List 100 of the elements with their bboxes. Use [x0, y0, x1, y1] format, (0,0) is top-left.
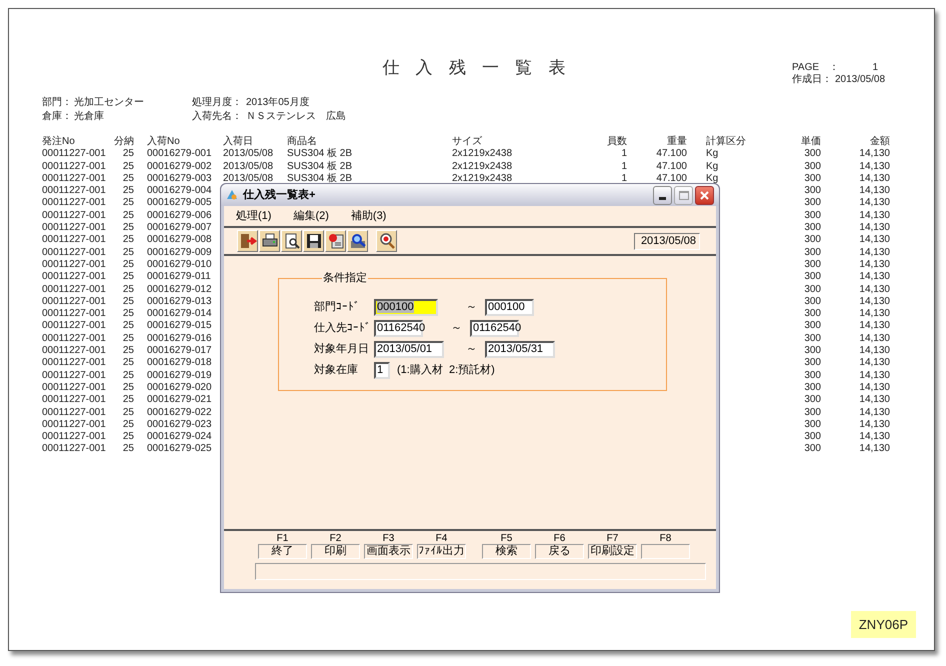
help-button[interactable]	[376, 230, 397, 252]
installment-number: 25	[122, 308, 134, 320]
receipt-number: 00016279-009	[147, 246, 212, 258]
purchase-order-number: 00011227-001	[42, 185, 106, 196]
unit-price-value: 300	[804, 382, 821, 393]
function-key-button[interactable]: ﾌｧｲﾙ出力	[417, 544, 466, 559]
amount-value: 14,130	[859, 210, 890, 221]
function-key-button[interactable]: 画面表示	[364, 544, 413, 559]
function-key-button[interactable]: 戻る	[535, 544, 584, 559]
unit-price-value: 300	[804, 148, 821, 160]
function-key-button[interactable]	[641, 544, 690, 559]
input-field[interactable]: 000100	[485, 298, 534, 316]
amount-value: 14,130	[859, 357, 890, 368]
column-header: 金額	[870, 136, 890, 147]
purchase-order-number: 00011227-001	[42, 431, 106, 442]
amount-value: 14,130	[859, 222, 890, 234]
installment-number: 25	[122, 406, 134, 418]
column-header: 分納	[114, 136, 134, 147]
installment-number: 25	[122, 332, 134, 344]
installment-number: 25	[122, 234, 134, 246]
range-separator: ～	[450, 320, 462, 336]
installment-number: 25	[122, 357, 134, 368]
unit-price-value: 300	[804, 172, 821, 184]
amount-value: 14,130	[859, 382, 890, 393]
column-header: 単価	[801, 136, 821, 147]
receipt-number: 00016279-004	[147, 185, 212, 196]
function-key-label: F2	[330, 533, 342, 544]
column-header: サイズ	[452, 136, 482, 147]
unit-price-value: 300	[804, 271, 821, 282]
preview-button[interactable]	[281, 230, 302, 252]
search-button[interactable]	[347, 230, 368, 252]
exit-button[interactable]	[237, 230, 258, 252]
purchase-order-number: 00011227-001	[42, 418, 106, 430]
purchase-order-number: 00011227-001	[42, 246, 106, 258]
product-name: SUS304 板 2B	[287, 172, 352, 184]
field-label: 仕入先ｺｰﾄﾞ	[314, 320, 372, 336]
input-field[interactable]: 01162540	[374, 320, 423, 336]
header-label: 部門：	[42, 96, 72, 110]
purchase-order-number: 00011227-001	[42, 258, 106, 270]
input-field[interactable]: 01162540	[470, 320, 519, 336]
function-key-button[interactable]: 印刷設定	[588, 544, 637, 559]
column-header: 入荷日	[223, 136, 253, 147]
receipt-number: 00016279-024	[147, 431, 212, 442]
receipt-number: 00016279-022	[147, 406, 212, 418]
function-key-button[interactable]: 終了	[258, 544, 307, 559]
unit-price-value: 300	[804, 332, 821, 344]
function-key-button[interactable]: 印刷	[311, 544, 360, 559]
installment-number: 25	[122, 320, 134, 332]
receipt-number: 00016279-006	[147, 210, 212, 221]
installment-number: 25	[122, 296, 134, 307]
amount-value: 14,130	[859, 394, 890, 406]
header-label: 倉庫：	[42, 110, 72, 124]
size-value: 2x1219x2438	[452, 148, 512, 160]
amount-value: 14,130	[859, 406, 890, 418]
receipt-number: 00016279-008	[147, 234, 212, 246]
function-key-label: F6	[554, 533, 566, 544]
amount-value: 14,130	[859, 271, 890, 282]
unit-price-value: 300	[804, 185, 821, 196]
input-field[interactable]: 2013/05/31	[485, 340, 555, 358]
unit-price-value: 300	[804, 443, 821, 454]
field-label: 対象年月日	[314, 342, 370, 357]
installment-number: 25	[122, 418, 134, 430]
input-field[interactable]: 2013/05/01	[374, 340, 444, 358]
receipt-date: 2013/05/08	[223, 172, 274, 184]
minimize-icon	[659, 196, 666, 200]
input-field[interactable]: 1	[374, 362, 390, 378]
purchase-order-number: 00011227-001	[42, 406, 106, 418]
receipt-number: 00016279-018	[147, 357, 212, 368]
minimize-button[interactable]	[653, 186, 672, 204]
menu-item[interactable]: 編集(2)	[293, 208, 329, 224]
menu-item[interactable]: 補助(3)	[350, 208, 386, 224]
column-header: 重量	[667, 136, 687, 147]
close-button[interactable]	[695, 186, 714, 204]
installment-number: 25	[122, 345, 134, 356]
receipt-number: 00016279-019	[147, 370, 212, 381]
menu-item[interactable]: 処理(1)	[236, 208, 272, 224]
unit-price-value: 300	[804, 320, 821, 332]
column-header: 員数	[607, 136, 627, 147]
installment-number: 25	[122, 172, 134, 184]
function-key-button[interactable]: 検索	[482, 544, 531, 559]
header-value: 光倉庫	[74, 110, 104, 124]
installment-number: 25	[122, 246, 134, 258]
size-value: 2x1219x2438	[452, 160, 512, 172]
amount-value: 14,130	[859, 197, 890, 208]
unit-price-value: 300	[804, 222, 821, 234]
unit-price-value: 300	[804, 357, 821, 368]
unit-price-value: 300	[804, 246, 821, 258]
product-name: SUS304 板 2B	[287, 148, 352, 160]
input-field[interactable]: 000100	[374, 298, 438, 316]
maximize-icon	[678, 190, 688, 200]
header-label: 入荷先名：	[192, 110, 242, 124]
purchase-order-number: 00011227-001	[42, 284, 106, 295]
save-button[interactable]	[303, 230, 324, 252]
amount-value: 14,130	[859, 431, 890, 442]
header-label: 処理月度：	[192, 96, 242, 110]
unit-price-value: 300	[804, 160, 821, 172]
output-button[interactable]	[325, 230, 346, 252]
document-icon	[326, 232, 344, 250]
print-button[interactable]	[259, 230, 280, 252]
receipt-date: 2013/05/08	[223, 148, 274, 160]
